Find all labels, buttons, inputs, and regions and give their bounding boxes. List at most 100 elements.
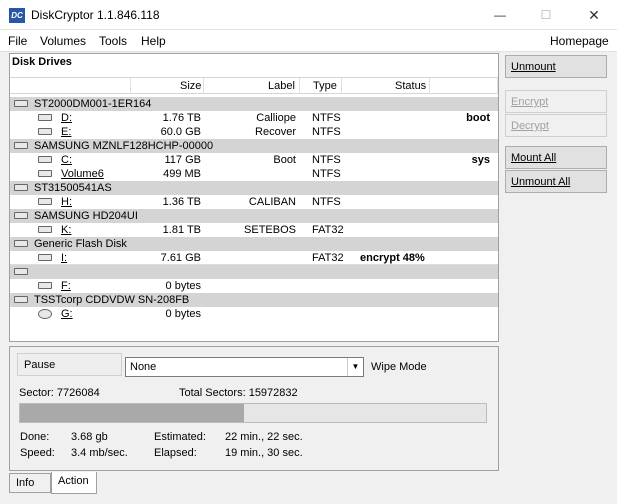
close-button[interactable]: ✕: [571, 0, 617, 30]
volume-row[interactable]: H: 1.36 TB CALIBAN NTFS: [10, 195, 498, 209]
tab-action[interactable]: Action: [51, 472, 97, 494]
volume-flag: boot: [466, 112, 490, 124]
column-size[interactable]: Size: [180, 80, 201, 92]
volume-name: Volume6: [61, 168, 104, 180]
volume-size: 0 bytes: [165, 280, 201, 292]
volume-row[interactable]: D: 1.76 TB Calliope NTFS boot: [10, 111, 498, 125]
disk-name: SAMSUNG MZNLF128HCHP-00000: [34, 140, 214, 152]
elapsed-value: 19 min., 30 sec.: [225, 447, 303, 459]
disk-name: Generic Flash Disk: [34, 238, 127, 250]
minimize-button[interactable]: —: [477, 0, 523, 30]
volume-label: Recover: [255, 126, 296, 138]
volume-name: H:: [61, 196, 72, 208]
wipe-mode-value: None: [130, 361, 157, 373]
speed-label: Speed:: [20, 447, 55, 459]
disk-row[interactable]: TSSTcorp CDDVDW SN-208FB: [10, 293, 498, 307]
title-bar: DC DiskCryptor 1.1.846.118 — ☐ ✕: [0, 0, 617, 30]
volume-row[interactable]: Volume6 499 MB NTFS: [10, 167, 498, 181]
action-panel: Pause None ▼ Wipe Mode Sector: 7726084 T…: [9, 346, 499, 471]
volume-size: 117 GB: [164, 154, 202, 166]
volume-label: Boot: [273, 154, 296, 166]
volume-name: C:: [61, 154, 72, 166]
menu-bar: File Volumes Tools Help Homepage: [0, 30, 617, 52]
disk-icon: [38, 254, 52, 261]
volume-type: FAT32: [312, 224, 344, 236]
wipe-mode-label: Wipe Mode: [371, 361, 427, 373]
elapsed-label: Elapsed:: [154, 447, 197, 459]
volume-name: K:: [61, 224, 72, 236]
chevron-down-icon[interactable]: ▼: [347, 358, 363, 376]
disk-drives-panel: Disk Drives Size Label Type Status ST200…: [9, 53, 499, 342]
disk-icon: [38, 282, 52, 289]
volume-size: 1.36 TB: [162, 196, 201, 208]
unmount-button[interactable]: Unmount: [505, 55, 607, 78]
progress-bar: [19, 403, 487, 423]
maximize-button[interactable]: ☐: [523, 0, 569, 30]
volume-row[interactable]: E: 60.0 GB Recover NTFS: [10, 125, 498, 139]
menu-volumes[interactable]: Volumes: [40, 34, 86, 48]
volume-type: NTFS: [312, 196, 341, 208]
volume-label: CALIBAN: [248, 196, 296, 208]
volume-row[interactable]: G: 0 bytes: [10, 307, 498, 321]
disk-icon: [38, 170, 52, 177]
column-status[interactable]: Status: [395, 80, 426, 92]
decrypt-button[interactable]: Decrypt: [505, 114, 607, 137]
mount-all-button[interactable]: Mount All: [505, 146, 607, 169]
sector-text: Sector: 7726084: [19, 387, 100, 399]
encrypt-button[interactable]: Encrypt: [505, 90, 607, 113]
window-title: DiskCryptor 1.1.846.118: [31, 8, 160, 22]
disk-row[interactable]: [10, 265, 498, 279]
volume-status: encrypt 48%: [360, 252, 425, 264]
volume-name: F:: [61, 280, 71, 292]
disk-row[interactable]: ST31500541AS: [10, 181, 498, 195]
progress-fill: [20, 404, 244, 422]
disk-name: ST31500541AS: [34, 182, 112, 194]
volume-type: NTFS: [312, 112, 341, 124]
app-icon: DC: [9, 8, 25, 23]
volume-row[interactable]: K: 1.81 TB SETEBOS FAT32: [10, 223, 498, 237]
volume-type: FAT32: [312, 252, 344, 264]
homepage-link[interactable]: Homepage: [550, 34, 609, 48]
disk-icon: [14, 240, 28, 247]
volume-row[interactable]: F: 0 bytes: [10, 279, 498, 293]
tab-info[interactable]: Info: [9, 473, 51, 493]
disk-row[interactable]: Generic Flash Disk: [10, 237, 498, 251]
unmount-all-button[interactable]: Unmount All: [505, 170, 607, 193]
pause-button[interactable]: Pause: [17, 353, 122, 376]
disk-row[interactable]: SAMSUNG HD204UI: [10, 209, 498, 223]
disk-icon: [38, 198, 52, 205]
menu-tools[interactable]: Tools: [99, 34, 127, 48]
disk-icon: [14, 296, 28, 303]
wipe-mode-select[interactable]: None ▼: [125, 357, 364, 377]
volume-name: D:: [61, 112, 72, 124]
volume-label: Calliope: [256, 112, 296, 124]
volume-row[interactable]: C: 117 GB Boot NTFS sys: [10, 153, 498, 167]
column-label[interactable]: Label: [268, 80, 295, 92]
menu-help[interactable]: Help: [141, 34, 166, 48]
disk-name: SAMSUNG HD204UI: [34, 210, 138, 222]
disk-icon: [38, 114, 52, 121]
volume-size: 60.0 GB: [160, 126, 201, 138]
volume-size: 7.61 GB: [160, 252, 201, 264]
volume-size: 1.81 TB: [162, 224, 201, 236]
panel-title: Disk Drives: [12, 56, 72, 68]
disk-icon: [14, 268, 28, 275]
disk-name: ST2000DM001-1ER164: [34, 98, 152, 110]
speed-value: 3.4 mb/sec.: [71, 447, 128, 459]
column-type[interactable]: Type: [313, 80, 337, 92]
disk-row[interactable]: ST2000DM001-1ER164: [10, 97, 498, 111]
done-value: 3.68 gb: [71, 431, 108, 443]
disk-name: TSSTcorp CDDVDW SN-208FB: [34, 294, 190, 306]
volume-flag: sys: [471, 154, 490, 166]
total-sectors-text: Total Sectors: 15972832: [179, 387, 298, 399]
disk-row[interactable]: SAMSUNG MZNLF128HCHP-00000: [10, 139, 498, 153]
disk-icon: [38, 156, 52, 163]
done-label: Done:: [20, 431, 50, 443]
menu-file[interactable]: File: [8, 34, 27, 48]
volume-name: I:: [61, 252, 68, 264]
estimated-value: 22 min., 22 sec.: [225, 431, 303, 443]
volume-row[interactable]: I: 7.61 GB FAT32 encrypt 48%: [10, 251, 498, 265]
disk-icon: [38, 128, 52, 135]
volume-size: 1.76 TB: [162, 112, 201, 124]
volume-size: 499 MB: [163, 168, 201, 180]
